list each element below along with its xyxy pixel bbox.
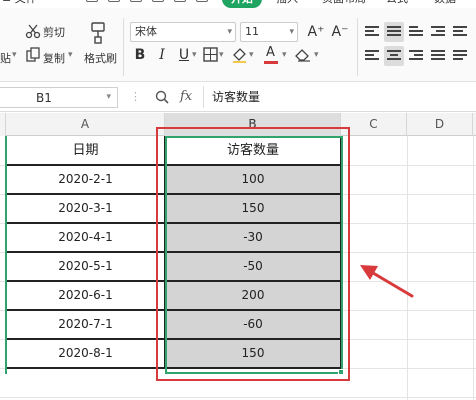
ribbon: ≡ 文件 开始 插入 页面布局 公式 数据 贴 ▾ 剪切 复制 ▾ 格式刷 宋体… <box>0 0 476 82</box>
more-icon[interactable] <box>196 0 208 2</box>
bold-button[interactable]: B <box>132 45 148 65</box>
arrow-annotation <box>360 265 414 298</box>
column-header-d[interactable]: D <box>407 113 473 136</box>
font-name-value: 宋体 <box>135 25 157 38</box>
menu-page-layout[interactable]: 页面布局 <box>322 0 366 8</box>
fx-icon[interactable]: fx <box>180 89 192 104</box>
group-divider <box>357 18 358 76</box>
date-cell[interactable]: 2020-5-1 <box>6 252 165 281</box>
formula-bar: B1 ▾ ⋮ fx 访客数量 <box>0 83 476 112</box>
redo-icon[interactable] <box>108 0 120 2</box>
scissors-icon[interactable] <box>25 23 41 39</box>
menu-start[interactable]: 开始 <box>222 0 262 8</box>
font-color-letter: A <box>266 45 275 60</box>
print-icon[interactable] <box>152 0 164 2</box>
align-icon <box>409 50 423 62</box>
column-header-a[interactable]: A <box>6 113 165 136</box>
align-left-button[interactable] <box>362 46 382 66</box>
menu-formula[interactable]: 公式 <box>386 0 408 8</box>
align-right-button[interactable] <box>406 46 426 66</box>
italic-button[interactable]: I <box>154 45 170 65</box>
chevron-down-icon: ▾ <box>227 27 232 37</box>
date-cell[interactable]: 2020-3-1 <box>6 194 165 223</box>
fill-color-dropdown-icon[interactable]: ▾ <box>249 50 254 60</box>
gridline <box>473 136 474 400</box>
save-icon[interactable] <box>130 0 142 2</box>
align-top-button[interactable] <box>362 22 382 42</box>
copy-button[interactable]: 复制 <box>43 50 65 66</box>
align-middle-button[interactable] <box>384 22 404 42</box>
align-icon <box>387 26 401 38</box>
name-box-value: B1 <box>36 91 52 105</box>
fill-color-icon[interactable] <box>231 46 248 63</box>
cut-button[interactable]: 剪切 <box>43 24 65 40</box>
menu-bar: ≡ 文件 开始 插入 页面布局 公式 数据 <box>0 0 476 8</box>
group-divider <box>123 18 124 76</box>
name-box-divider-icon: ⋮ <box>130 90 141 103</box>
menu-file-label: 文件 <box>15 0 37 5</box>
chevron-down-icon: ▾ <box>106 92 111 102</box>
format-painter-icon[interactable] <box>89 21 109 45</box>
date-cell[interactable]: 2020-7-1 <box>6 310 165 339</box>
align-bottom-button[interactable] <box>406 22 426 42</box>
paste-label[interactable]: 贴 <box>0 50 11 66</box>
date-cell[interactable]: 2020-4-1 <box>6 223 165 252</box>
highlight-annotation <box>156 127 350 381</box>
column-a-selection-edge <box>5 136 7 374</box>
paste-dropdown-icon[interactable]: ▾ <box>12 50 17 60</box>
chevron-down-icon: ▾ <box>289 27 294 37</box>
justify-button[interactable] <box>428 46 448 66</box>
font-size-value: 11 <box>245 25 259 38</box>
indent-button[interactable] <box>428 22 448 42</box>
align-icon <box>365 50 379 62</box>
border-icon[interactable] <box>203 47 218 62</box>
align-icon <box>365 26 379 38</box>
align-icon <box>387 50 401 62</box>
wrap-text-button[interactable] <box>450 22 470 42</box>
font-color-dropdown-icon[interactable]: ▾ <box>282 50 287 60</box>
menu-data[interactable]: 数据 <box>434 0 456 8</box>
underline-dropdown-icon[interactable]: ▾ <box>192 50 197 60</box>
align-center-button[interactable] <box>384 46 404 66</box>
font-size-select[interactable]: 11 ▾ <box>240 22 298 42</box>
indent-icon <box>431 26 445 38</box>
align-icon <box>453 50 467 62</box>
font-name-select[interactable]: 宋体 ▾ <box>130 22 236 42</box>
copy-icon[interactable] <box>25 47 41 63</box>
format-painter-button[interactable]: 格式刷 <box>84 50 117 66</box>
wrap-icon <box>453 26 467 38</box>
menu-icon: ≡ <box>2 0 15 5</box>
clear-icon[interactable] <box>294 46 312 62</box>
date-cell[interactable]: 2020-6-1 <box>6 281 165 310</box>
header-cell-date[interactable]: 日期 <box>6 136 165 165</box>
distributed-button[interactable] <box>450 46 470 66</box>
zoom-icon[interactable] <box>155 90 169 104</box>
underline-button[interactable]: U <box>176 45 192 65</box>
formula-input[interactable]: 访客数量 <box>203 86 476 108</box>
preview-icon[interactable] <box>174 0 186 2</box>
name-box[interactable]: B1 ▾ <box>0 87 118 108</box>
gridline <box>0 397 476 398</box>
font-color-bar <box>264 61 278 64</box>
menu-file[interactable]: ≡ 文件 <box>2 0 37 8</box>
clear-dropdown-icon[interactable]: ▾ <box>314 50 319 60</box>
shrink-font-button[interactable]: A⁻ <box>330 22 350 42</box>
align-icon <box>431 50 445 62</box>
column-header-c[interactable]: C <box>341 113 407 136</box>
font-color-button[interactable]: A <box>262 45 282 65</box>
copy-dropdown-icon[interactable]: ▾ <box>68 50 73 60</box>
date-cell[interactable]: 2020-2-1 <box>6 165 165 194</box>
grow-font-button[interactable]: A⁺ <box>306 22 326 42</box>
border-dropdown-icon[interactable]: ▾ <box>219 50 224 60</box>
date-cell[interactable]: 2020-8-1 <box>6 339 165 368</box>
menu-insert[interactable]: 插入 <box>276 0 298 8</box>
align-icon <box>409 26 423 38</box>
undo-icon[interactable] <box>86 0 98 2</box>
